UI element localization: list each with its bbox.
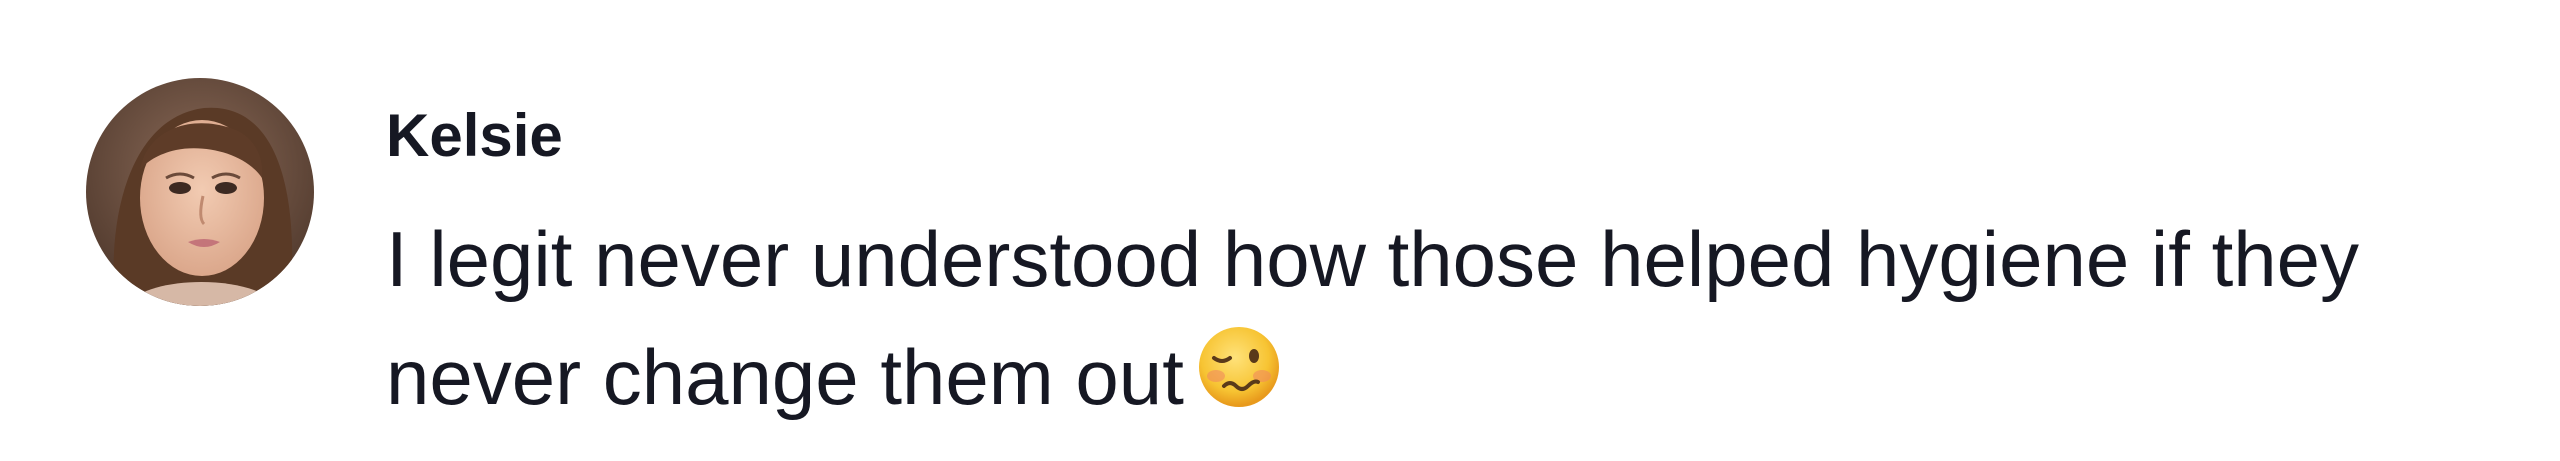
comment-item: Kelsie I legit never understood how thos… xyxy=(0,0,2560,461)
woozy-face-icon xyxy=(1196,324,1282,410)
user-avatar-image xyxy=(86,78,314,306)
comment-body: I legit never understood how those helpe… xyxy=(386,200,2526,436)
comment-username[interactable]: Kelsie xyxy=(386,100,563,172)
avatar[interactable] xyxy=(86,78,314,306)
comment-text: I legit never understood how those helpe… xyxy=(386,215,2360,421)
